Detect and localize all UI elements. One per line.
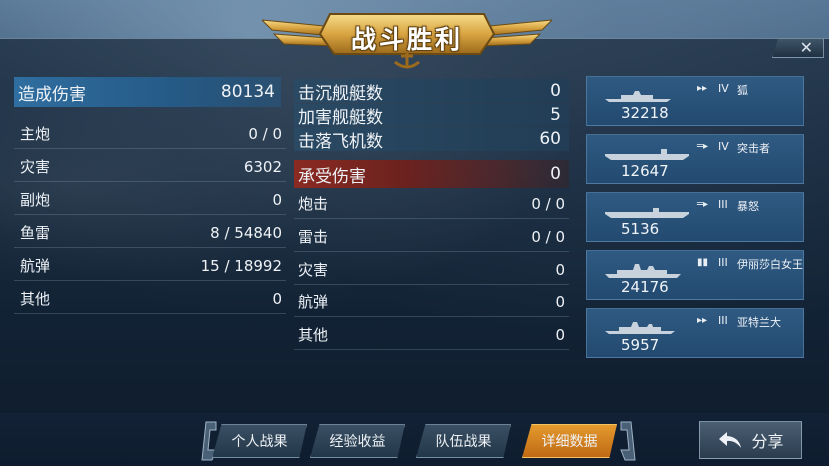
tab-label: 个人战果 [231,434,288,450]
damage-row-label: 主炮 [20,125,51,143]
damage-row: 副炮 0 [14,185,286,215]
ship-damage: 32218 [621,104,669,122]
received-row: 雷击 0 / 0 [294,222,569,252]
received-row-label: 航弹 [298,293,329,311]
kill-value: 60 [539,129,561,149]
ship-tier: III [718,314,728,327]
received-row: 炮击 0 / 0 [294,189,569,219]
ship-damage: 5136 [621,220,660,238]
carrier-silhouette-icon [605,149,689,160]
kill-label: 击落飞机数 [298,131,383,152]
damage-row-label: 航弹 [20,257,51,275]
damage-dealt-label: 造成伤害 [18,84,86,105]
received-row: 灾害 0 [294,255,569,285]
tab-label: 队伍战果 [435,434,492,450]
damage-row-value: 15 / 18992 [200,256,282,275]
victory-banner: 战斗胜利 [262,6,552,72]
damage-received-header: 承受伤害 0 [294,160,569,188]
damage-row-value: 0 [272,190,282,209]
received-row-label: 雷击 [298,228,329,246]
received-row-value: 0 [555,260,565,279]
kill-label: 击沉舰艇数 [298,83,383,104]
ship-card[interactable]: 5957 ▸▸ III 亚特兰大 [586,308,804,358]
damage-row: 灾害 6302 [14,152,286,182]
kill-label: 加害舰艇数 [298,107,383,128]
tab-detailed-data[interactable]: 详细数据 [522,424,617,458]
received-row-label: 灾害 [298,261,329,279]
cruiser-silhouette-icon [605,322,675,334]
damage-row: 主炮 0 / 0 [14,119,286,149]
damage-row-value: 0 [272,289,282,308]
damage-row-value: 0 / 0 [248,124,282,143]
damage-row-label: 灾害 [20,158,51,176]
damage-received-value: 0 [550,164,561,184]
ship-name: 伊丽莎白女王 [737,258,803,271]
damage-row-label: 副炮 [20,191,51,209]
received-row-value: 0 [555,325,565,344]
tab-team-results[interactable]: 队伍战果 [416,424,511,458]
received-row-value: 0 / 0 [531,194,565,213]
received-row-label: 炮击 [298,195,329,213]
ship-tier: IV [718,140,729,153]
received-row-label: 其他 [298,326,329,344]
battleship-type-icon: ▸▸ [697,83,708,94]
close-icon: ✕ [799,38,813,57]
received-row-value: 0 [555,292,565,311]
damaged-count-row: 加害舰艇数 5 [294,104,569,128]
share-label: 分享 [751,432,784,451]
ship-name: 突击者 [737,142,770,155]
damage-row: 航弹 15 / 18992 [14,251,286,281]
ship-damage: 12647 [621,162,669,180]
tab-personal-results[interactable]: 个人战果 [212,424,307,458]
share-arrow-icon [719,432,742,448]
ship-card[interactable]: 32218 ▸▸ IV 狐 [586,76,804,126]
tab-experience[interactable]: 经验收益 [310,424,405,458]
battleship-silhouette-icon [605,264,681,278]
carrier-silhouette-icon [605,208,689,218]
battleship-type-icon: ▮▮ [697,257,709,268]
tab-bracket-right-icon [620,421,636,461]
kill-value: 0 [550,81,561,101]
damage-row-label: 其他 [20,290,51,308]
damage-row-value: 6302 [243,157,282,176]
ship-tier: IV [718,82,729,95]
damage-received-label: 承受伤害 [298,166,366,187]
carrier-type-icon: ═▸ [697,199,709,210]
planes-shot-row: 击落飞机数 60 [294,127,569,152]
share-button[interactable]: 分享 [699,421,802,459]
damage-row-value: 8 / 54840 [210,223,282,242]
ship-damage: 24176 [621,278,669,296]
battleship-silhouette-icon [605,91,671,102]
ship-tier: III [718,256,728,269]
damage-row-label: 鱼雷 [20,224,51,242]
kill-value: 5 [550,105,561,125]
damage-row: 鱼雷 8 / 54840 [14,218,286,248]
tab-label: 详细数据 [541,434,598,450]
banner-title: 战斗胜利 [350,25,463,54]
ship-name: 暴怒 [737,200,759,213]
carrier-type-icon: ═▸ [697,141,709,152]
cruiser-type-icon: ▸▸ [697,315,708,326]
damage-dealt-value: 80134 [220,82,275,102]
damage-row: 其他 0 [14,284,286,314]
tab-label: 经验收益 [329,434,386,450]
ship-name: 狐 [737,84,748,97]
ship-card[interactable]: 5136 ═▸ III 暴怒 [586,192,804,242]
close-button[interactable]: ✕ [772,38,824,58]
ship-card[interactable]: 24176 ▮▮ III 伊丽莎白女王 [586,250,804,300]
received-row: 其他 0 [294,320,569,350]
damage-dealt-header: 造成伤害 80134 [14,77,281,107]
ship-name: 亚特兰大 [737,316,781,329]
ship-card[interactable]: 12647 ═▸ IV 突击者 [586,134,804,184]
ship-tier: III [718,198,728,211]
sunk-count-row: 击沉舰艇数 0 [294,79,569,104]
received-row: 航弹 0 [294,287,569,317]
ship-damage: 5957 [621,336,660,354]
received-row-value: 0 / 0 [531,227,565,246]
